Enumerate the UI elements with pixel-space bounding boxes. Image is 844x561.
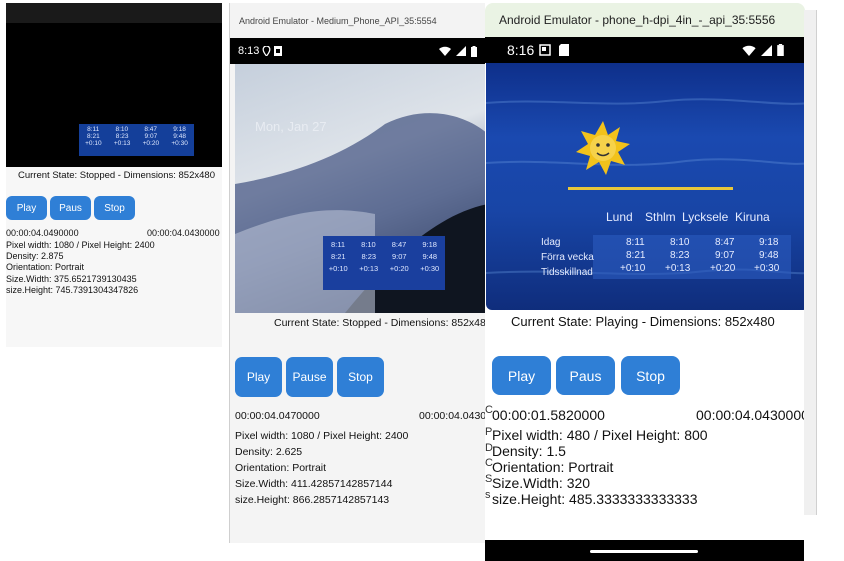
clock-text: 8:16 <box>507 42 535 58</box>
cell-value: +0:10 <box>620 263 646 274</box>
pause-button[interactable]: Paus <box>50 196 91 220</box>
middle-status-text: Current State: Stopped - Dimensions: 852… <box>274 317 487 329</box>
left-top-strip <box>6 3 222 23</box>
size-height-text: size.Height: 745.7391304347826 <box>6 285 139 295</box>
right-window-edge <box>804 10 817 515</box>
table-row: +0:10 +0:13 +0:20 +0:30 <box>328 264 440 273</box>
density-text: Density: 1.5 <box>492 443 566 459</box>
screenshot-icon <box>539 44 551 56</box>
cell-value: +0:30 <box>754 263 780 274</box>
stop-button[interactable]: Stop <box>337 357 384 397</box>
location-icon <box>262 46 271 56</box>
header-sthlm: Sthlm <box>645 210 676 224</box>
play-button[interactable]: Play <box>235 357 282 397</box>
right-status-text: Current State: Playing - Dimensions: 852… <box>511 314 775 329</box>
play-button[interactable]: Play <box>6 196 47 220</box>
size-width-text: Size.Width: 411.42857142857144 <box>235 478 393 490</box>
header-lycksele: Lycksele <box>682 210 729 224</box>
left-emulator-screen: 8:11 8:10 8:47 9:18 8:21 8:23 9:07 9:48 +0:10 +… <box>6 3 222 347</box>
size-height-text: size.Height: 866.2857142857143 <box>235 494 390 506</box>
right-status-bar: 8:16 <box>485 37 804 63</box>
orientation-text: Orientation: Portrait <box>492 459 614 475</box>
peek-letter: s <box>485 489 491 501</box>
cell-value: 9:07 <box>715 250 735 261</box>
table-row: 8:21 8:23 9:07 9:48 <box>87 133 186 140</box>
left-status-text: Current State: Stopped - Dimensions: 852… <box>18 170 215 181</box>
cell-value: +0:13 <box>665 263 691 274</box>
pixel-size-text: Pixel width: 1080 / Pixel Height: 2400 <box>235 430 409 442</box>
size-width-text: Size.Width: 375.6521739130435 <box>6 274 137 284</box>
battery-icon <box>471 45 477 57</box>
middle-window-titlebar: Android Emulator - Medium_Phone_API_35:5… <box>230 3 487 38</box>
middle-status-bar: 8:13 <box>230 38 487 64</box>
density-text: Density: 2.625 <box>235 446 303 458</box>
table-row: 8:11 8:10 8:47 9:18 <box>331 240 437 249</box>
right-window-titlebar: Android Emulator - phone_h-dpi_4in_-_api… <box>485 3 805 37</box>
pixel-size-text: Pixel width: 480 / Pixel Height: 800 <box>492 427 708 443</box>
cell-value: 9:18 <box>759 237 779 248</box>
window-title: Android Emulator - Medium_Phone_API_35:5… <box>239 15 437 26</box>
signal-icon <box>761 44 772 56</box>
orientation-text: Orientation: Portrait <box>235 462 327 474</box>
wifi-icon <box>439 46 451 56</box>
pause-button[interactable]: Pause <box>286 357 333 397</box>
left-video-timetable: 8:11 8:10 8:47 9:18 8:21 8:23 9:07 9:48 +0:10 +… <box>79 124 194 156</box>
play-button[interactable]: Play <box>492 356 551 395</box>
duration-time: 00:00:04.0430000 <box>696 407 809 423</box>
right-navigation-bar <box>485 540 804 561</box>
orientation-text: Orientation: Portrait <box>6 262 85 272</box>
sun-icon <box>576 121 630 175</box>
duration-time: 00:00:04.0430000 <box>419 410 487 422</box>
duration-time: 00:00:04.0430000 <box>147 228 220 238</box>
position-time: 00:00:01.5820000 <box>492 407 605 423</box>
header-lund: Lund <box>606 210 633 224</box>
sd-card-icon <box>559 44 570 56</box>
cell-value: +0:20 <box>710 263 736 274</box>
row-label-tidsskillnad: Tidsskillnad <box>541 267 593 278</box>
right-status-icons <box>742 44 784 56</box>
middle-video-lockscreen: Mon, Jan 27 8:11 8:10 8:47 9:18 8:21 8:23 9:0… <box>235 64 487 313</box>
middle-video-timetable: 8:11 8:10 8:47 9:18 8:21 8:23 9:07 9:48 +0:10 +… <box>323 236 445 290</box>
cell-value: 9:48 <box>759 250 779 261</box>
density-text: Density: 2.875 <box>6 251 64 261</box>
wifi-icon <box>742 45 756 56</box>
position-time: 00:00:04.0470000 <box>235 410 320 422</box>
sim-icon <box>274 46 283 56</box>
window-title: Android Emulator - phone_h-dpi_4in_-_api… <box>499 13 776 27</box>
pause-button[interactable]: Paus <box>556 356 615 395</box>
clock-text: 8:13 <box>238 45 260 57</box>
row-label-forra-vecka: Förra vecka <box>541 252 594 263</box>
cell-value: 8:11 <box>626 237 645 248</box>
cell-value: 8:21 <box>626 250 646 261</box>
right-video-weather: Lund Sthlm Lycksele Kiruna Idag Förra ve… <box>486 63 809 310</box>
middle-emulator-window: Android Emulator - Medium_Phone_API_35:5… <box>229 3 487 543</box>
lockscreen-date: Mon, Jan 27 <box>255 119 327 134</box>
stop-button[interactable]: Stop <box>94 196 135 220</box>
table-row: +0:10 +0:13 +0:20 +0:30 <box>85 140 188 147</box>
signal-icon <box>456 46 466 56</box>
pixel-size-text: Pixel width: 1080 / Pixel Height: 2400 <box>6 240 155 250</box>
home-gesture-bar[interactable] <box>590 550 698 553</box>
right-emulator-window: Android Emulator - phone_h-dpi_4in_-_api… <box>485 3 815 561</box>
table-row: 8:21 8:23 9:07 9:48 <box>330 252 438 261</box>
middle-status-icons <box>439 45 477 57</box>
cell-value: 8:23 <box>670 250 690 261</box>
row-label-idag: Idag <box>541 237 561 248</box>
size-height-text: size.Height: 485.3333333333333 <box>492 491 698 507</box>
cell-value: 8:10 <box>670 237 690 248</box>
weather-divider-line <box>568 187 733 190</box>
position-time: 00:00:04.0490000 <box>6 228 79 238</box>
size-width-text: Size.Width: 320 <box>492 475 591 491</box>
battery-icon <box>777 44 784 56</box>
header-kiruna: Kiruna <box>735 210 770 224</box>
cell-value: 8:47 <box>715 237 735 248</box>
table-row: 8:11 8:10 8:47 9:18 <box>87 126 186 133</box>
stop-button[interactable]: Stop <box>621 356 680 395</box>
